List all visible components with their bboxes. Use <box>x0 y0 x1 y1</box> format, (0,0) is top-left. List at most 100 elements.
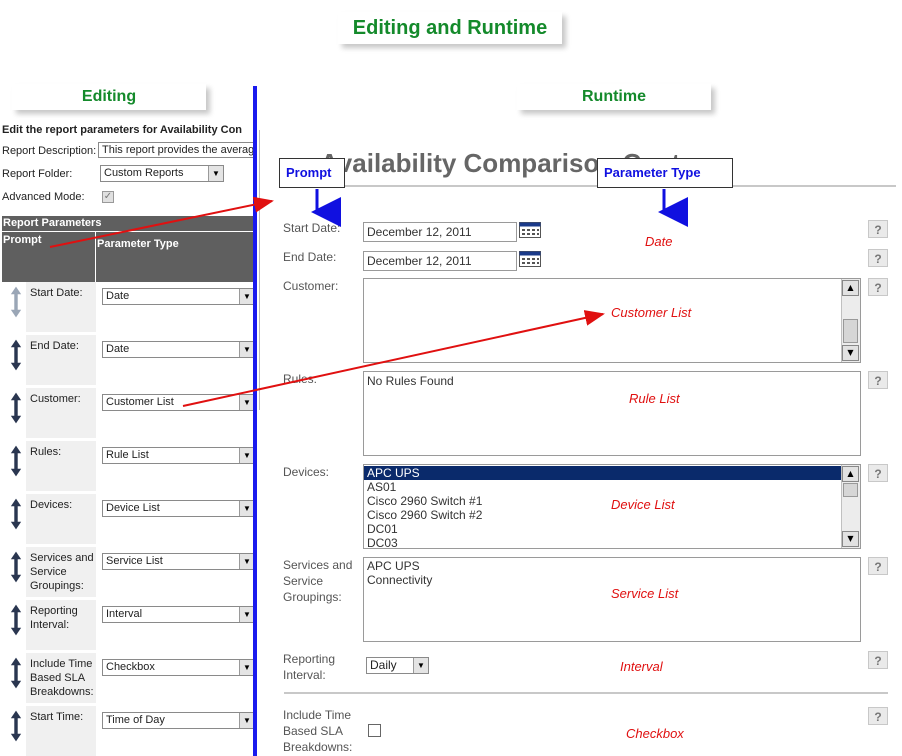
customer-listbox[interactable]: ▲ ▼ <box>363 278 861 363</box>
up-down-arrow-icon[interactable] <box>10 549 22 585</box>
parameter-row: Reporting Interval: Interval ▼ <box>2 600 253 650</box>
report-description-value: This report provides the averag <box>102 144 253 156</box>
interval-divider <box>284 692 888 694</box>
parameter-row: Start Date: Date ▼ <box>2 282 253 332</box>
param-prompt: Start Time: <box>30 711 84 723</box>
interval-label: Reporting Interval: <box>283 652 336 682</box>
interval-value: Daily <box>370 658 397 672</box>
prompt-cell: Start Time: <box>26 706 96 756</box>
scroll-down-arrow-icon[interactable]: ▼ <box>842 345 859 361</box>
report-description-input[interactable]: This report provides the averag <box>98 142 253 158</box>
help-button-end-date[interactable]: ? <box>868 249 888 267</box>
col-prompt-header: Prompt <box>3 234 42 246</box>
report-description-label: Report Description: <box>2 145 97 157</box>
customer-label: Customer: <box>283 279 339 293</box>
help-button-sla[interactable]: ? <box>868 707 888 725</box>
up-down-arrow-icon[interactable] <box>10 443 22 479</box>
scroll-thumb[interactable] <box>843 319 858 343</box>
prompt-cell: Reporting Interval: <box>26 600 96 650</box>
rules-value: No Rules Found <box>367 374 454 388</box>
sla-label: Include Time Based SLA Breakdowns: <box>283 708 353 754</box>
callout-prompt-text: Prompt <box>286 165 332 180</box>
param-type-value: Customer List <box>106 396 174 408</box>
help-button-start-date[interactable]: ? <box>868 220 888 238</box>
customer-scrollbar[interactable]: ▲ ▼ <box>841 279 860 362</box>
param-type-select[interactable]: Rule List ▼ <box>102 447 253 464</box>
calendar-icon[interactable] <box>519 222 541 242</box>
prompt-cell: Start Date: <box>26 282 96 332</box>
param-type-value: Checkbox <box>106 661 155 673</box>
scroll-up-arrow-icon[interactable]: ▲ <box>842 280 859 296</box>
rules-listbox[interactable]: No Rules Found <box>363 371 861 456</box>
param-type-select[interactable]: Interval ▼ <box>102 606 253 623</box>
dropdown-arrow-icon: ▼ <box>239 607 253 622</box>
parameter-row: Start Time: Time of Day ▼ <box>2 706 253 756</box>
devices-scrollbar[interactable]: ▲ ▼ <box>841 465 860 548</box>
param-type-select[interactable]: Service List ▼ <box>102 553 253 570</box>
device-item[interactable]: Cisco 2960 Switch #1 <box>364 494 841 508</box>
up-down-arrow-icon[interactable] <box>10 390 22 426</box>
runtime-title: Runtime <box>582 88 646 105</box>
param-prompt: End Date: <box>30 340 79 352</box>
dropdown-arrow-icon: ▼ <box>239 713 253 728</box>
param-prompt: Reporting Interval: <box>30 605 78 631</box>
col-parameter-type-header: Parameter Type <box>97 238 179 250</box>
annotation-checkbox: Checkbox <box>626 726 684 741</box>
annotation-rule-list: Rule List <box>629 391 680 406</box>
device-item[interactable]: DC01 <box>364 522 841 536</box>
help-button-services[interactable]: ? <box>868 557 888 575</box>
param-prompt: Services and Service Groupings: <box>30 552 94 592</box>
help-button-rules[interactable]: ? <box>868 371 888 389</box>
prompt-cell: Rules: <box>26 441 96 491</box>
service-item[interactable]: APC UPS <box>364 559 860 573</box>
sla-checkbox[interactable] <box>368 724 381 737</box>
callout-parameter-type-text: Parameter Type <box>604 165 701 180</box>
calendar-icon[interactable] <box>519 251 541 271</box>
device-item[interactable]: Cisco 2960 Switch #2 <box>364 508 841 522</box>
help-button-interval[interactable]: ? <box>868 651 888 669</box>
param-type-value: Interval <box>106 608 143 620</box>
param-type-select[interactable]: Device List ▼ <box>102 500 253 517</box>
param-type-select[interactable]: Customer List ▼ <box>102 394 253 411</box>
param-type-select[interactable]: Time of Day ▼ <box>102 712 253 729</box>
advanced-mode-checkbox[interactable]: ✓ <box>102 191 114 203</box>
help-button-devices[interactable]: ? <box>868 464 888 482</box>
parameter-row: Rules: Rule List ▼ <box>2 441 253 491</box>
callout-prompt: Prompt <box>279 158 345 188</box>
param-type-value: Date <box>106 290 130 302</box>
callout-parameter-type: Parameter Type <box>597 158 733 188</box>
up-down-arrow-icon[interactable] <box>10 708 22 744</box>
scroll-up-arrow-icon[interactable]: ▲ <box>842 466 859 482</box>
param-prompt: Rules: <box>30 446 62 458</box>
up-down-arrow-icon[interactable] <box>10 602 22 638</box>
param-type-value: Time of Day <box>106 714 165 726</box>
device-item[interactable]: AS01 <box>364 480 841 494</box>
main-title-callout: Editing and Runtime <box>338 12 562 44</box>
editing-panel: Edit the report parameters for Availabil… <box>0 118 253 756</box>
device-item[interactable]: APC UPS <box>364 466 841 480</box>
device-item[interactable]: DC03 <box>364 536 841 548</box>
parameter-row: Customer: Customer List ▼ <box>2 388 253 438</box>
editing-title-callout: Editing <box>12 84 206 110</box>
up-down-arrow-icon[interactable] <box>10 284 22 320</box>
param-type-select[interactable]: Date ▼ <box>102 341 253 358</box>
end-date-input[interactable]: December 12, 2011 <box>363 251 517 271</box>
device-items: APC UPS AS01 Cisco 2960 Switch #1 Cisco 296… <box>364 466 841 548</box>
param-type-select[interactable]: Date ▼ <box>102 288 253 305</box>
report-folder-select[interactable]: Custom Reports ▼ <box>100 165 224 182</box>
up-down-arrow-icon[interactable] <box>10 496 22 532</box>
help-button-customer[interactable]: ? <box>868 278 888 296</box>
report-parameters-title: Report Parameters <box>3 217 102 229</box>
start-date-input[interactable]: December 12, 2011 <box>363 222 517 242</box>
scroll-down-arrow-icon[interactable]: ▼ <box>842 531 859 547</box>
interval-select[interactable]: Daily ▼ <box>366 657 429 674</box>
parameter-row: End Date: Date ▼ <box>2 335 253 385</box>
dropdown-arrow-icon: ▼ <box>239 554 253 569</box>
param-type-select[interactable]: Checkbox ▼ <box>102 659 253 676</box>
up-down-arrow-icon[interactable] <box>10 655 22 691</box>
service-item[interactable]: Connectivity <box>364 573 860 587</box>
dropdown-arrow-icon: ▼ <box>239 289 253 304</box>
annotation-interval: Interval <box>620 659 663 674</box>
scroll-thumb[interactable] <box>843 483 858 497</box>
up-down-arrow-icon[interactable] <box>10 337 22 373</box>
